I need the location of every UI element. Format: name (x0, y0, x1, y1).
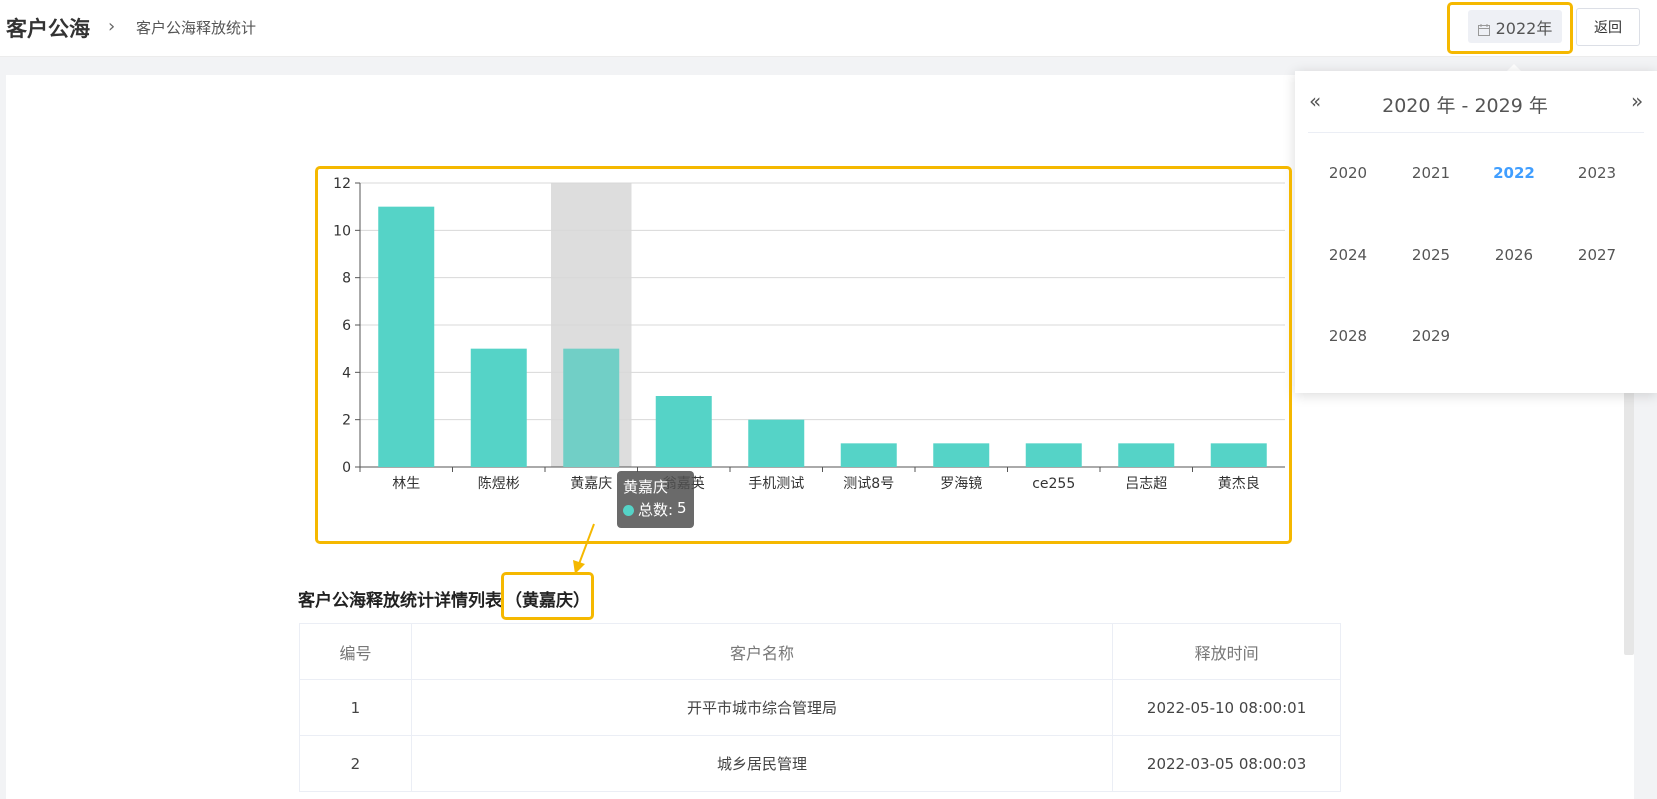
table-title-text: 客户公海释放统计详情列表 (298, 591, 502, 611)
year-option[interactable]: 2028 (1318, 327, 1378, 345)
cell-customer: 城乡居民管理 (410, 735, 1114, 792)
year-option[interactable]: 2026 (1484, 246, 1544, 264)
highlight-year-picker (1447, 2, 1573, 54)
year-option[interactable]: 2027 (1567, 246, 1627, 264)
breadcrumb-current: 客户公海释放统计 (136, 19, 257, 37)
year-option[interactable]: 2022 (1484, 164, 1544, 182)
double-chevron-right-icon[interactable]: » (1631, 89, 1643, 113)
cell-time: 2022-05-10 08:00:01 (1112, 679, 1341, 736)
year-option[interactable]: 2029 (1401, 327, 1461, 345)
cell-time: 2022-03-05 08:00:03 (1112, 735, 1341, 792)
year-option[interactable]: 2021 (1401, 164, 1461, 182)
cell-customer: 开平市城市综合管理局 (410, 679, 1114, 736)
year-option[interactable]: 2024 (1318, 246, 1378, 264)
column-header-time[interactable]: 释放时间 (1112, 623, 1341, 680)
top-bar: 客户公海 › 客户公海释放统计 2022年 返回 (0, 0, 1657, 57)
column-header-id[interactable]: 编号 (299, 623, 412, 680)
cell-id: 2 (299, 735, 412, 792)
breadcrumb-root[interactable]: 客户公海 (6, 13, 90, 43)
year-picker-popup: « 2020 年 - 2029 年 » 2020 2021 2022 2023 2024… (1295, 71, 1657, 393)
back-button[interactable]: 返回 (1576, 8, 1640, 46)
detail-table: 编号 客户名称 释放时间 1 开平市城市综合管理局 2022-05-10 08:… (299, 623, 1341, 792)
cell-id: 1 (299, 679, 412, 736)
year-option[interactable]: 2020 (1318, 164, 1378, 182)
year-range-label: 2020 年 - 2029 年 (1382, 95, 1548, 117)
table-row[interactable]: 1 开平市城市综合管理局 2022-05-10 08:00:01 (299, 679, 1341, 736)
table-row[interactable]: 2 城乡居民管理 2022-03-05 08:00:03 (299, 735, 1341, 792)
divider (1308, 132, 1644, 133)
table-header-row: 编号 客户名称 释放时间 (299, 623, 1341, 680)
year-option[interactable]: 2025 (1401, 246, 1461, 264)
year-option[interactable]: 2023 (1567, 164, 1627, 182)
highlight-chart (315, 166, 1292, 544)
annotation-arrow-icon (573, 523, 595, 574)
scrollbar[interactable] (1624, 370, 1634, 655)
highlight-table-name (501, 572, 594, 620)
chevron-right-icon: › (108, 16, 116, 37)
column-header-customer[interactable]: 客户名称 (410, 623, 1114, 680)
table-title: 客户公海释放统计详情列表 （黄嘉庆） (298, 586, 590, 611)
